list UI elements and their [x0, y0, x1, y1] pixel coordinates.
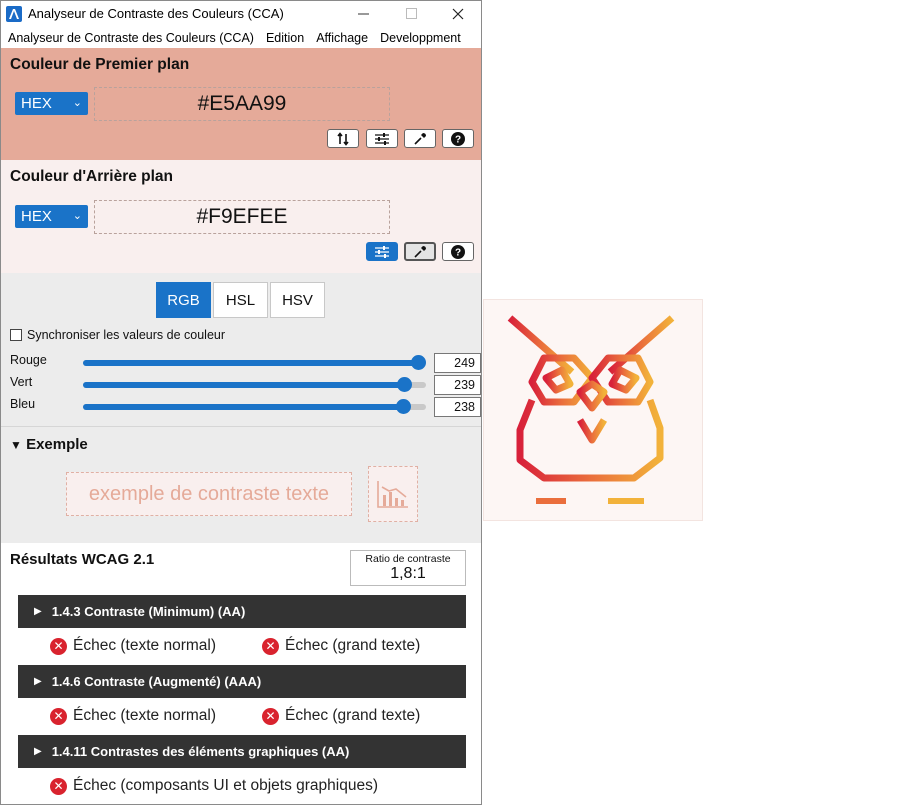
help-icon: ?: [451, 244, 465, 259]
results-title: Résultats WCAG 2.1: [10, 551, 155, 568]
criterion-label: 1.4.6 Contraste (Augmenté) (AAA): [51, 674, 262, 689]
menu-item-edition[interactable]: Edition: [266, 31, 304, 45]
slider-rouge[interactable]: [83, 355, 426, 370]
triangle-right-icon: ▶: [34, 606, 42, 617]
menu-bar: Analyseur de Contraste des Couleurs (CCA…: [1, 27, 481, 48]
eyedropper-icon: [414, 245, 426, 258]
close-icon[interactable]: [435, 1, 481, 27]
tab-hsl[interactable]: HSL: [213, 282, 268, 318]
sync-row: Synchroniser les valeurs de couleur: [10, 328, 225, 342]
foreground-format-value: HEX: [21, 95, 52, 112]
sync-checkbox[interactable]: [10, 329, 22, 341]
slider-vert[interactable]: [83, 377, 426, 392]
svg-text:?: ?: [455, 247, 461, 258]
chevron-down-icon: ⌄: [72, 210, 82, 222]
triangle-right-icon: ▶: [34, 676, 42, 687]
swap-icon: [337, 131, 349, 146]
fail-text: Échec (composants UI et objets graphique…: [73, 777, 378, 794]
foreground-eyedropper-button[interactable]: [404, 129, 436, 148]
sliders-icon: [375, 132, 389, 145]
triangle-down-icon: ▼: [10, 438, 22, 452]
results-section: Résultats WCAG 2.1 Ratio de contraste 1,…: [1, 543, 481, 804]
eyedropper-icon: [414, 132, 426, 145]
minimize-icon[interactable]: [341, 1, 387, 27]
cca-window: Analyseur de Contraste des Couleurs (CCA…: [0, 0, 482, 805]
fail-text: Échec (texte normal): [73, 707, 216, 724]
foreground-help-button[interactable]: ?: [442, 129, 474, 148]
slider-bleu[interactable]: [83, 399, 426, 414]
criterion-label: 1.4.11 Contrastes des éléments graphique…: [51, 744, 350, 759]
tab-rgb[interactable]: RGB: [156, 282, 211, 318]
fail-result: ✕ Échec (grand texte): [262, 707, 420, 725]
fail-x-icon: ✕: [262, 637, 279, 655]
chart-icon: [368, 466, 418, 522]
foreground-format-select[interactable]: HEX ⌄: [15, 92, 88, 115]
slider-label-bleu: Bleu: [10, 397, 36, 411]
background-sliders-button[interactable]: [366, 242, 398, 261]
value-input-rouge[interactable]: 249: [434, 353, 481, 373]
fail-x-icon: ✕: [50, 637, 67, 655]
fail-result: ✕ Échec (texte normal): [50, 707, 216, 725]
fail-result: ✕ Échec (texte normal): [50, 637, 216, 655]
maximize-icon[interactable]: [389, 1, 435, 27]
owl-logo-image: [483, 299, 703, 521]
divider: [1, 426, 481, 427]
menu-item-app[interactable]: Analyseur de Contraste des Couleurs (CCA…: [8, 31, 254, 45]
fail-text: Échec (grand texte): [285, 707, 421, 724]
sliders-icon: [375, 245, 389, 258]
background-title: Couleur d'Arrière plan: [10, 168, 174, 185]
slider-label-vert: Vert: [10, 375, 33, 389]
foreground-sliders-button[interactable]: [366, 129, 398, 148]
background-eyedropper-button[interactable]: [404, 242, 436, 261]
example-toggle[interactable]: ▼ Exemple: [10, 436, 88, 453]
foreground-section: Couleur de Premier plan HEX ⌄ #E5AA99 ?: [1, 48, 481, 160]
menu-item-developpment[interactable]: Developpment: [380, 31, 461, 45]
fail-text: Échec (texte normal): [73, 637, 216, 654]
fail-x-icon: ✕: [262, 707, 279, 725]
background-format-select[interactable]: HEX ⌄: [15, 205, 88, 228]
fail-result: ✕ Échec (composants UI et objets graphiq…: [50, 777, 378, 795]
example-sample-text: exemple de contraste texte: [66, 472, 352, 516]
tab-hsv[interactable]: HSV: [270, 282, 325, 318]
swap-colors-button[interactable]: [327, 129, 359, 148]
value-input-vert[interactable]: 239: [434, 375, 481, 395]
contrast-ratio-value: 1,8:1: [390, 565, 426, 582]
criterion-1-4-6-expander[interactable]: ▶ 1.4.6 Contraste (Augmenté) (AAA): [18, 665, 466, 698]
criterion-1-4-11-expander[interactable]: ▶ 1.4.11 Contrastes des éléments graphiq…: [18, 735, 466, 768]
svg-text:?: ?: [455, 134, 461, 145]
foreground-hex-input[interactable]: #E5AA99: [94, 87, 390, 121]
fail-text: Échec (grand texte): [285, 637, 421, 654]
foreground-title: Couleur de Premier plan: [10, 56, 190, 73]
fail-result: ✕ Échec (grand texte): [262, 637, 420, 655]
criterion-1-4-3-expander[interactable]: ▶ 1.4.3 Contraste (Minimum) (AA): [18, 595, 466, 628]
background-help-button[interactable]: ?: [442, 242, 474, 261]
color-adjust-section: RGB HSL HSV Synchroniser les valeurs de …: [1, 273, 481, 543]
background-format-value: HEX: [21, 208, 52, 225]
value-input-bleu[interactable]: 238: [434, 397, 481, 417]
example-title: Exemple: [26, 436, 88, 453]
background-section: Couleur d'Arrière plan HEX ⌄ #F9EFEE ?: [1, 160, 481, 273]
color-mode-tabs: RGB HSL HSV: [156, 282, 327, 318]
menu-item-affichage[interactable]: Affichage: [316, 31, 368, 45]
triangle-right-icon: ▶: [34, 746, 42, 757]
window-title: Analyseur de Contraste des Couleurs (CCA…: [28, 6, 284, 21]
app-logo-icon: [6, 6, 22, 22]
help-icon: ?: [451, 131, 465, 146]
criterion-label: 1.4.3 Contraste (Minimum) (AA): [51, 604, 246, 619]
chevron-down-icon: ⌄: [72, 97, 82, 109]
contrast-ratio-box: Ratio de contraste 1,8:1: [350, 550, 466, 586]
sync-label: Synchroniser les valeurs de couleur: [27, 328, 226, 342]
title-bar[interactable]: Analyseur de Contraste des Couleurs (CCA…: [1, 1, 481, 27]
fail-x-icon: ✕: [50, 707, 67, 725]
background-hex-input[interactable]: #F9EFEE: [94, 200, 390, 234]
contrast-ratio-label: Ratio de contraste: [365, 553, 451, 565]
fail-x-icon: ✕: [50, 777, 67, 795]
slider-label-rouge: Rouge: [10, 353, 47, 367]
